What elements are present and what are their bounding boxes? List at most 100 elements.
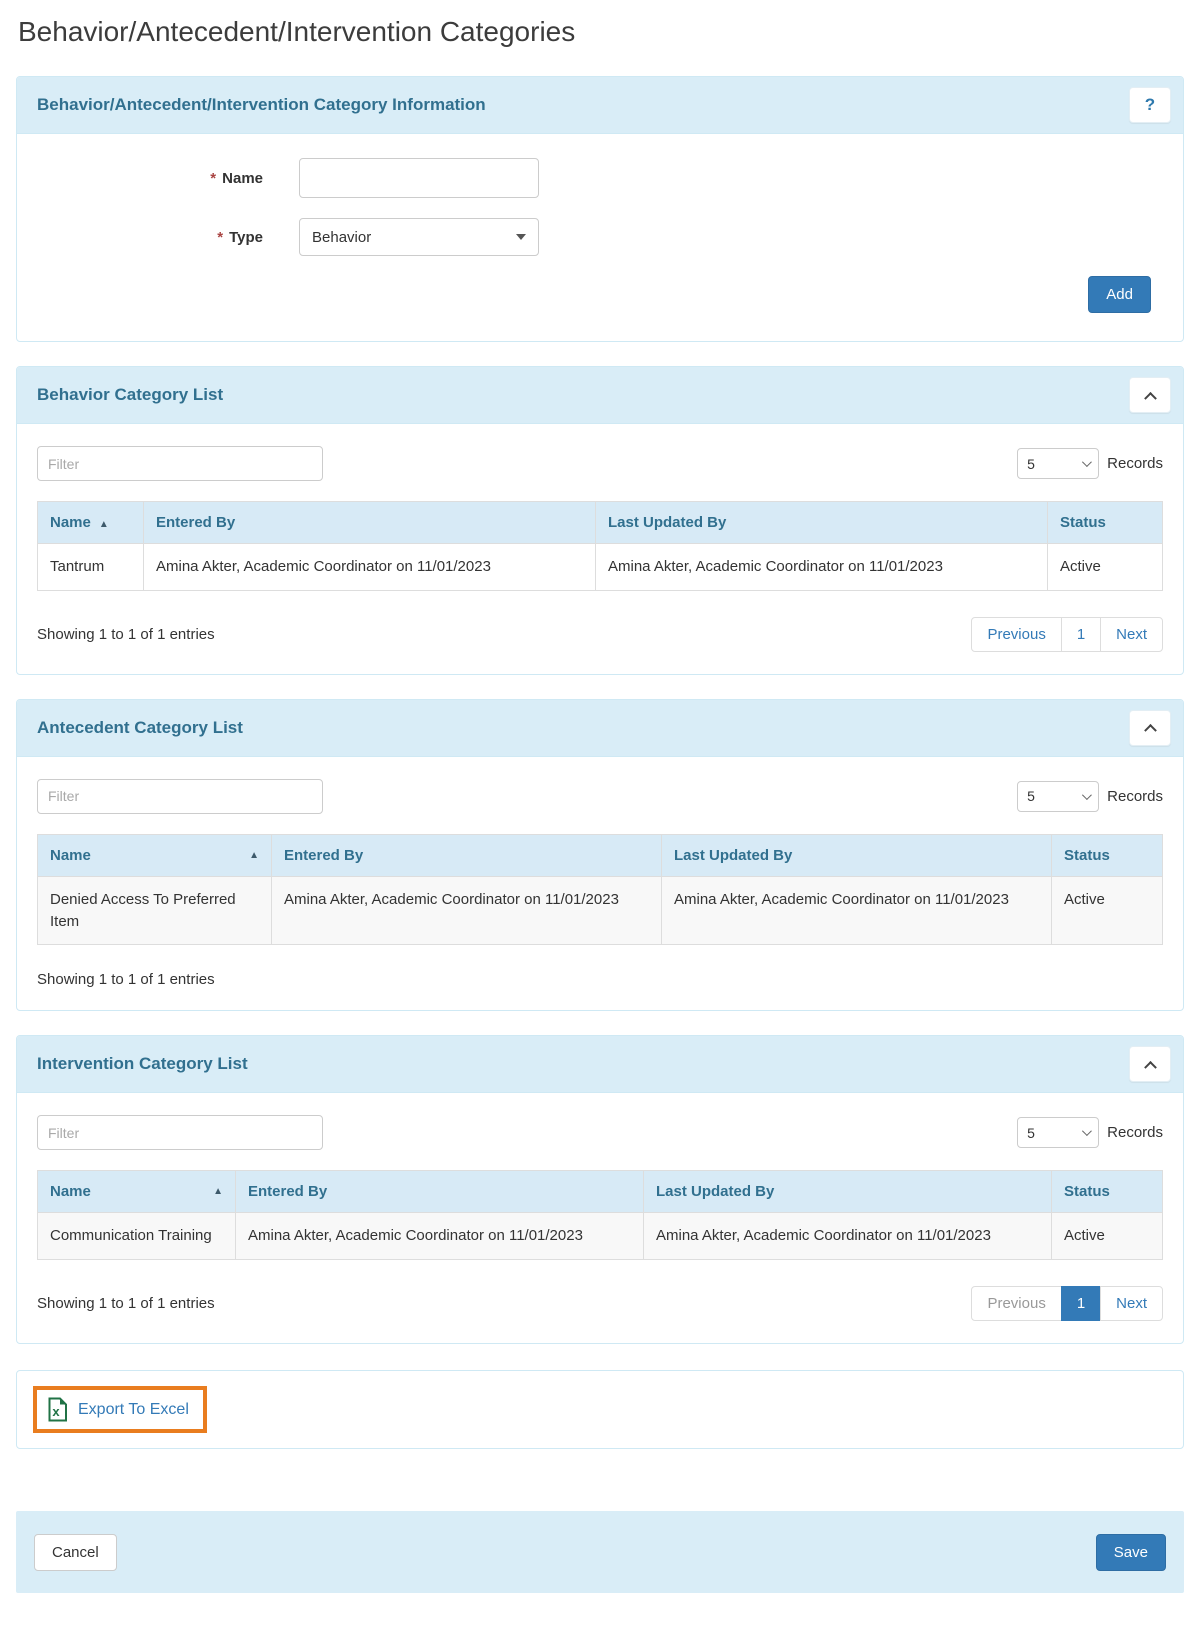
footer-action-bar: Cancel Save: [16, 1511, 1184, 1593]
type-field-label: * Type: [217, 228, 263, 246]
records-per-page-select[interactable]: 5: [1017, 780, 1100, 812]
records-select-value: 5: [1027, 1124, 1035, 1141]
cell-name: Denied Access To Preferred Item: [37, 875, 272, 946]
column-header-last-updated-by[interactable]: Last Updated By: [661, 833, 1052, 877]
page-title: Behavior/Antecedent/Intervention Categor…: [18, 16, 576, 47]
chevron-down-icon: [1082, 1126, 1093, 1137]
next-page-button[interactable]: Next: [1100, 616, 1163, 652]
records-per-page-select[interactable]: 5: [1017, 448, 1100, 479]
sort-ascending-icon: ▲: [249, 849, 259, 861]
table-header-row: Name ▲ Entered By Last Updated By Status: [37, 501, 1163, 544]
category-information-panel: Behavior/Antecedent/Intervention Categor…: [16, 76, 1184, 342]
entries-summary: Showing 1 to 1 of 1 entries: [37, 1295, 215, 1312]
column-header-entered-by[interactable]: Entered By: [143, 501, 596, 544]
sort-ascending-icon: ▲: [98, 519, 109, 530]
type-select[interactable]: Behavior: [299, 218, 539, 256]
cell-entered-by: Amina Akter, Academic Coordinator on 11/…: [271, 875, 662, 946]
records-label: Records: [1107, 455, 1163, 472]
page-number-button[interactable]: 1: [1060, 1286, 1102, 1321]
table-row[interactable]: Tantrum Amina Akter, Academic Coordinato…: [37, 543, 1163, 591]
column-header-name[interactable]: Name ▲: [37, 1170, 236, 1214]
intervention-category-list-header: Intervention Category List: [17, 1036, 1183, 1094]
antecedent-category-table: Name ▲ Entered By Last Updated By Status …: [37, 833, 1163, 946]
filter-input[interactable]: [37, 778, 323, 814]
table-row[interactable]: Denied Access To Preferred Item Amina Ak…: [37, 875, 1163, 946]
add-button[interactable]: Add: [1088, 276, 1151, 313]
export-panel: x Export To Excel: [16, 1370, 1184, 1449]
column-header-name[interactable]: Name ▲: [37, 501, 144, 544]
column-header-status[interactable]: Status: [1051, 1170, 1163, 1214]
table-header-row: Name ▲ Entered By Last Updated By Status: [37, 833, 1163, 877]
required-asterisk: *: [210, 169, 217, 187]
entries-summary: Showing 1 to 1 of 1 entries: [37, 971, 215, 989]
records-per-page-select[interactable]: 5: [1017, 1117, 1100, 1149]
sort-ascending-icon: ▲: [213, 1186, 223, 1198]
chevron-down-icon: [1082, 789, 1093, 800]
name-input[interactable]: [299, 158, 539, 198]
records-label: Records: [1107, 787, 1163, 805]
records-label: Records: [1107, 1124, 1163, 1142]
page-number-button[interactable]: 1: [1060, 616, 1102, 652]
chevron-up-icon: [1143, 1060, 1157, 1074]
help-button[interactable]: ?: [1129, 87, 1171, 123]
table-row[interactable]: Communication Training Amina Akter, Acad…: [37, 1212, 1163, 1260]
cancel-button[interactable]: Cancel: [34, 1533, 117, 1571]
behavior-category-table: Name ▲ Entered By Last Updated By Status …: [37, 501, 1163, 591]
cell-status: Active: [1051, 1212, 1163, 1260]
antecedent-category-list-header: Antecedent Category List: [17, 699, 1183, 757]
cell-entered-by: Amina Akter, Academic Coordinator on 11/…: [143, 543, 596, 591]
type-select-value: Behavior: [312, 228, 372, 246]
collapse-button[interactable]: [1129, 709, 1171, 746]
cell-entered-by: Amina Akter, Academic Coordinator on 11/…: [235, 1212, 644, 1260]
cell-status: Active: [1047, 543, 1163, 591]
required-asterisk: *: [217, 228, 224, 246]
behavior-category-list-panel: Behavior Category List 5 Records: [16, 366, 1184, 675]
column-header-status[interactable]: Status: [1047, 501, 1163, 544]
cell-last-updated-by: Amina Akter, Academic Coordinator on 11/…: [661, 875, 1052, 946]
collapse-button[interactable]: [1129, 1046, 1171, 1083]
entries-summary: Showing 1 to 1 of 1 entries: [37, 625, 215, 643]
chevron-down-icon: [1082, 457, 1093, 468]
excel-icon: x: [47, 1397, 68, 1422]
next-page-button[interactable]: Next: [1100, 1286, 1163, 1321]
cell-name: Communication Training: [37, 1212, 236, 1260]
column-header-name[interactable]: Name ▲: [37, 833, 272, 877]
column-header-entered-by[interactable]: Entered By: [235, 1170, 644, 1214]
records-select-value: 5: [1027, 455, 1035, 472]
export-to-excel-link[interactable]: Export To Excel: [78, 1401, 189, 1419]
filter-input[interactable]: [37, 446, 323, 481]
column-header-last-updated-by[interactable]: Last Updated By: [643, 1170, 1052, 1214]
behavior-category-list-header: Behavior Category List: [17, 367, 1183, 424]
table-header-row: Name ▲ Entered By Last Updated By Status: [37, 1170, 1163, 1214]
pagination: Previous 1 Next: [971, 616, 1163, 652]
category-information-header: Behavior/Antecedent/Intervention Categor…: [17, 77, 1183, 134]
pagination: Previous 1 Next: [971, 1286, 1163, 1321]
name-field-label: * Name: [210, 169, 263, 187]
filter-input[interactable]: [37, 1115, 323, 1151]
column-header-status[interactable]: Status: [1051, 833, 1163, 877]
collapse-button[interactable]: [1129, 377, 1171, 413]
previous-page-button[interactable]: Previous: [971, 616, 1062, 652]
panel-title: Antecedent Category List: [37, 717, 243, 737]
panel-title: Intervention Category List: [37, 1054, 248, 1074]
cell-name: Tantrum: [37, 543, 144, 591]
panel-title: Behavior Category List: [37, 385, 224, 404]
export-highlight-annotation: x Export To Excel: [33, 1386, 207, 1433]
column-header-last-updated-by[interactable]: Last Updated By: [595, 501, 1048, 544]
previous-page-button[interactable]: Previous: [971, 1286, 1062, 1321]
chevron-up-icon: [1143, 391, 1157, 405]
column-header-entered-by[interactable]: Entered By: [271, 833, 662, 877]
antecedent-category-list-panel: Antecedent Category List 5 Records: [16, 698, 1184, 1012]
intervention-category-list-panel: Intervention Category List 5 Records: [16, 1035, 1184, 1344]
question-mark-icon: ?: [1144, 95, 1156, 114]
cell-status: Active: [1051, 875, 1163, 946]
caret-down-icon: [516, 234, 526, 240]
cell-last-updated-by: Amina Akter, Academic Coordinator on 11/…: [595, 543, 1048, 591]
save-button[interactable]: Save: [1095, 1533, 1166, 1571]
cell-last-updated-by: Amina Akter, Academic Coordinator on 11/…: [643, 1212, 1052, 1260]
records-select-value: 5: [1027, 788, 1035, 805]
panel-title: Behavior/Antecedent/Intervention Categor…: [37, 95, 486, 114]
chevron-up-icon: [1143, 724, 1157, 737]
svg-text:x: x: [52, 1404, 60, 1419]
intervention-category-table: Name ▲ Entered By Last Updated By Status …: [37, 1170, 1163, 1260]
